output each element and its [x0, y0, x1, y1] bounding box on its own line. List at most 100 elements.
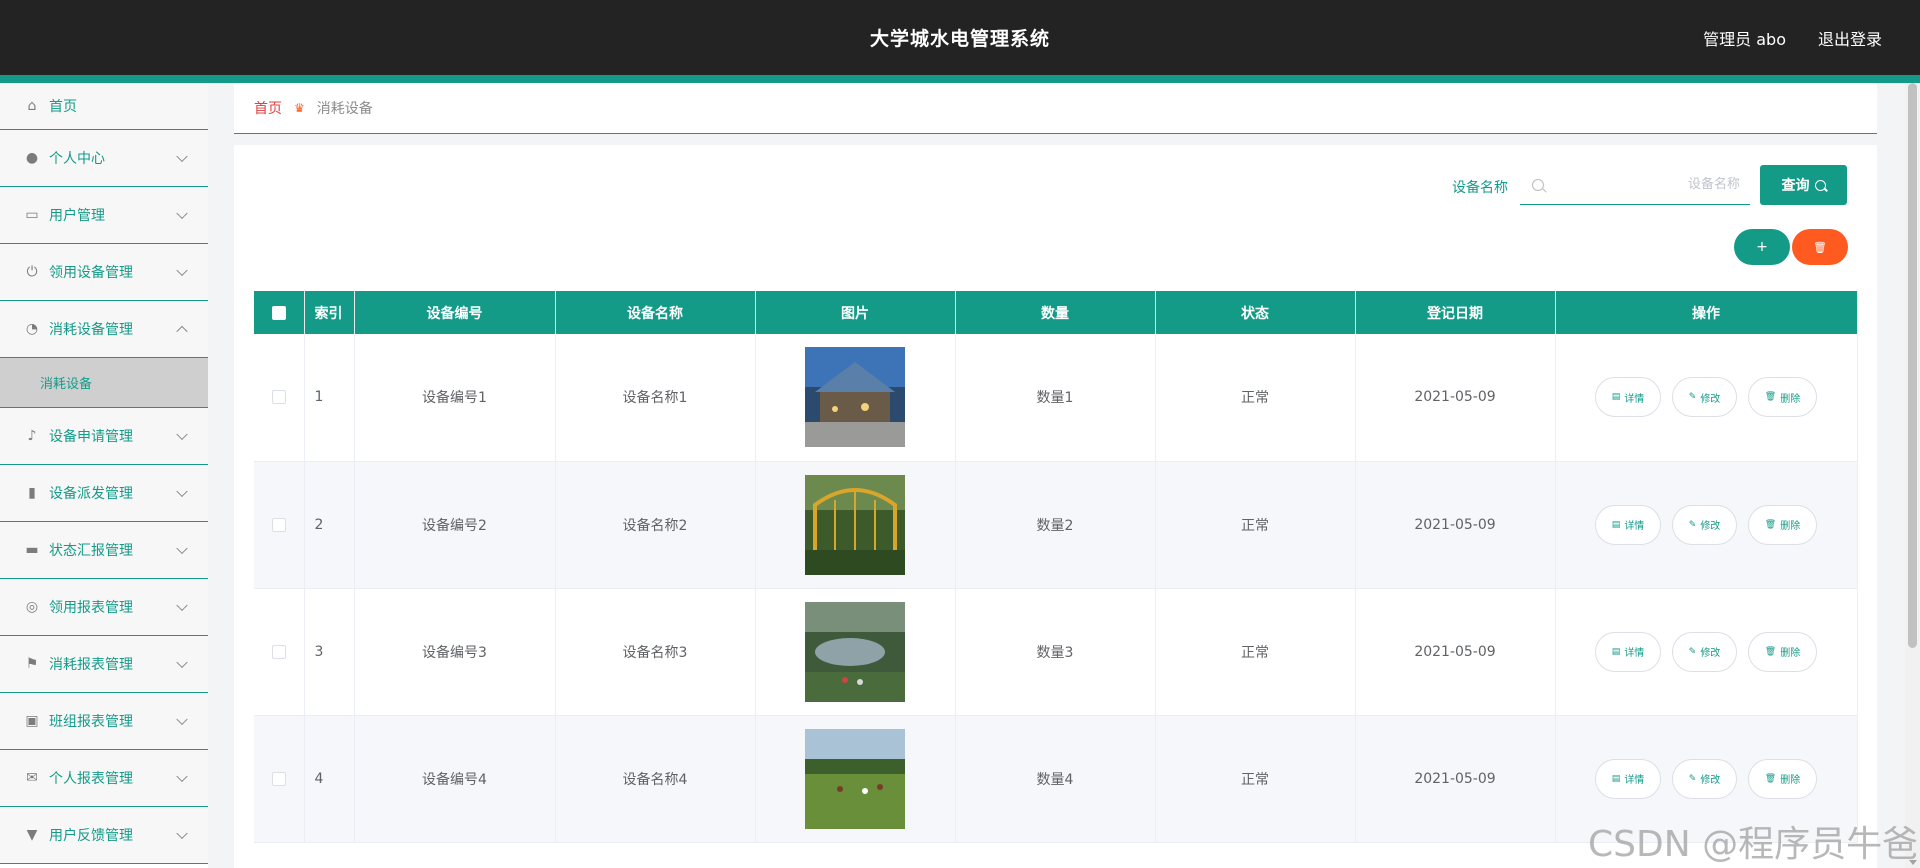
sidebar-item-personal-report[interactable]: ✉ 个人报表管理 [0, 750, 208, 807]
image-cell [755, 715, 956, 843]
sidebar-item-consumable-equipment[interactable]: ◔ 消耗设备管理 [0, 301, 208, 358]
sidebar-subitem-consumable[interactable]: 消耗设备 [0, 358, 208, 408]
equipment-image [805, 347, 905, 448]
current-user: 管理员 abo [1703, 30, 1786, 49]
sidebar-item-label: 班组报表管理 [49, 714, 133, 730]
delete-label: 删除 [1780, 648, 1801, 659]
row-checkbox[interactable] [271, 517, 286, 532]
detail-button[interactable]: ▤ 详情 [1594, 377, 1662, 418]
equipment-image [805, 601, 905, 702]
query-button-label: 查询 [1781, 178, 1810, 194]
sidebar-item-equipment-dispatch[interactable]: ▮ 设备派发管理 [0, 465, 208, 522]
page-scrollbar[interactable] [1905, 83, 1920, 868]
scrollbar-thumb[interactable] [1908, 83, 1917, 648]
detail-label: 详情 [1624, 775, 1645, 786]
detail-label: 详情 [1624, 393, 1645, 405]
sidebar-item-team-report[interactable]: ▣ 班组报表管理 [0, 693, 208, 750]
edit-button[interactable]: ✎ 修改 [1671, 758, 1738, 799]
index-cell: 1 [304, 334, 355, 462]
chevron-down-icon [176, 207, 188, 220]
edit-button[interactable]: ✎ 修改 [1671, 377, 1738, 418]
sidebar-item-label: 领用报表管理 [49, 600, 133, 616]
stamp-icon: ▼ [26, 827, 38, 843]
sidebar-item-borrow-equipment[interactable]: ⏻ 领用设备管理 [0, 244, 208, 301]
edit-button[interactable]: ✎ 修改 [1671, 504, 1738, 545]
search-input[interactable] [1544, 165, 1750, 204]
chevron-up-icon [176, 325, 188, 338]
sidebar-item-label: 消耗设备管理 [49, 322, 133, 338]
sidebar-item-label: 个人中心 [49, 151, 105, 167]
image-cell [755, 588, 956, 716]
sidebar-item-profile[interactable]: ● 个人中心 [0, 130, 208, 187]
sidebar-item-consumption-report[interactable]: ⚑ 消耗报表管理 [0, 636, 208, 693]
trash-icon: 🗑 [1764, 392, 1777, 403]
detail-button[interactable]: ▤ 详情 [1594, 631, 1662, 672]
mic-icon: ♪ [27, 428, 37, 444]
delete-button[interactable]: 🗑 删除 [1747, 377, 1818, 418]
header-stripe [0, 75, 1920, 83]
sidebar-item-borrow-report[interactable]: ◎ 领用报表管理 [0, 579, 208, 636]
home-icon: ⌂ [27, 98, 37, 114]
chevron-down-icon [176, 599, 188, 612]
table-row: 3 设备编号3 设备名称3 数量3 正常 2021-05-09 ▤ 详情 ✎ 修… [254, 588, 1858, 716]
trash-icon: 🗑 [1764, 519, 1777, 530]
chevron-down-icon [176, 656, 188, 669]
sidebar-item-label: 设备申请管理 [49, 429, 133, 445]
sidebar-item-users[interactable]: ▭ 用户管理 [0, 187, 208, 244]
column-header: 索引 [304, 291, 355, 334]
image-cell [755, 334, 956, 462]
flag-icon: ⚑ [25, 656, 39, 672]
sidebar-item-label: 消耗报表管理 [49, 657, 133, 673]
chevron-down-icon [176, 770, 188, 783]
top-bar: 大学城水电管理系统 管理员 abo 退出登录 [0, 0, 1920, 75]
document-icon: ▤ [1611, 392, 1621, 403]
equipment-table: 索引 设备编号 设备名称 图片 数量 状态 登记日期 操作 1 设备编号1 设备… [254, 291, 1858, 843]
mail-icon: ✉ [26, 770, 38, 786]
sidebar-item-label: 设备派发管理 [49, 486, 133, 502]
pencil-icon: ✎ [1688, 773, 1697, 784]
breadcrumb-home[interactable]: 首页 [254, 98, 282, 118]
detail-button[interactable]: ▤ 详情 [1594, 504, 1662, 545]
row-select-cell [254, 461, 305, 589]
select-all-cell [254, 291, 305, 334]
delete-label: 删除 [1780, 521, 1801, 532]
index-cell: 3 [304, 588, 355, 716]
detail-button[interactable]: ▤ 详情 [1594, 758, 1662, 799]
delete-button[interactable]: 🗑 删除 [1747, 504, 1818, 545]
add-button[interactable]: + [1734, 229, 1790, 265]
sidebar-item-label: 个人报表管理 [49, 771, 133, 787]
batch-delete-button[interactable]: 🗑 [1792, 229, 1848, 265]
status-cell: 正常 [1155, 588, 1356, 716]
select-all-checkbox[interactable] [271, 305, 286, 320]
qty-cell: 数量2 [955, 461, 1156, 589]
ops-cell: ▤ 详情 ✎ 修改 🗑 删除 [1555, 334, 1858, 462]
sidebar-item-feedback[interactable]: ▼ 用户反馈管理 [0, 807, 208, 864]
edit-button[interactable]: ✎ 修改 [1671, 631, 1738, 672]
sidebar-item-status-report[interactable]: ▬ 状态汇报管理 [0, 522, 208, 579]
status-cell: 正常 [1155, 715, 1356, 843]
table-header-row: 索引 设备编号 设备名称 图片 数量 状态 登记日期 操作 [254, 291, 1858, 334]
detail-label: 详情 [1624, 521, 1645, 532]
row-checkbox[interactable] [271, 390, 286, 405]
detail-label: 详情 [1624, 648, 1645, 659]
column-header: 设备编号 [354, 291, 556, 334]
delete-button[interactable]: 🗑 删除 [1747, 758, 1818, 799]
query-button[interactable]: 查询 [1760, 165, 1847, 205]
name-cell: 设备名称3 [555, 588, 756, 716]
ops-cell: ▤ 详情 ✎ 修改 🗑 删除 [1555, 588, 1858, 716]
row-checkbox[interactable] [271, 771, 286, 786]
sidebar-item-label: 状态汇报管理 [49, 543, 133, 559]
column-header: 状态 [1155, 291, 1356, 334]
search-icon [1814, 179, 1826, 191]
target-icon: ◎ [25, 599, 39, 615]
code-cell: 设备编号4 [354, 715, 556, 843]
delete-button[interactable]: 🗑 删除 [1747, 631, 1818, 672]
row-checkbox[interactable] [271, 644, 286, 659]
sidebar-item-home[interactable]: ⌂ 首页 [0, 83, 208, 130]
trash-icon: 🗑 [1764, 646, 1777, 657]
sidebar-item-equipment-apply[interactable]: ♪ 设备申请管理 [0, 408, 208, 465]
logout-button[interactable]: 退出登录 [1818, 26, 1882, 50]
index-cell: 4 [304, 715, 355, 843]
name-cell: 设备名称4 [555, 715, 756, 843]
date-cell: 2021-05-09 [1355, 461, 1556, 589]
